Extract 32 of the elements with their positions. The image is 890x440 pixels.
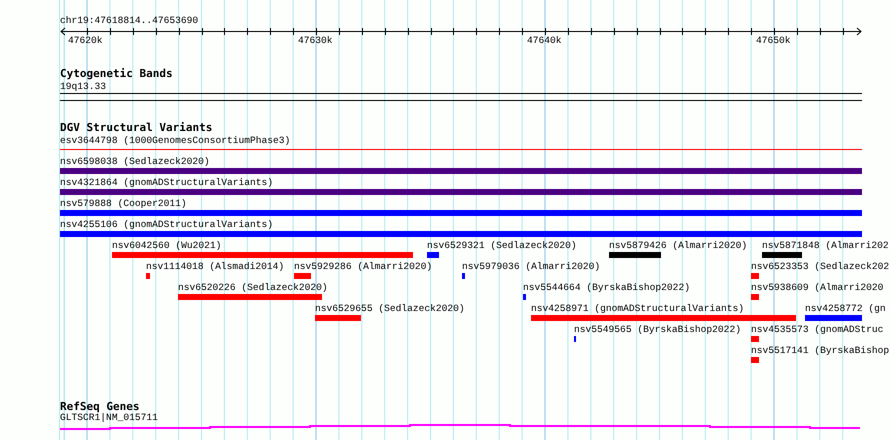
- track-title: DGV Structural Variants: [60, 121, 212, 134]
- variant-label[interactable]: nsv6529321 (Sedlazeck2020): [427, 240, 577, 251]
- variant-label[interactable]: nsv5517141 (ByrskaBishop: [751, 345, 890, 356]
- variant-label[interactable]: nsv6529655 (Sedlazeck2020): [315, 303, 465, 314]
- variant-label[interactable]: nsv6598038 (Sedlazeck2020): [60, 156, 210, 167]
- variant-label[interactable]: nsv5979036 (Almarri2020): [462, 261, 600, 272]
- variant-label[interactable]: nsv5544664 (ByrskaBishop2022): [523, 282, 690, 293]
- variant-label[interactable]: nsv6520226 (Sedlazeck2020): [178, 282, 328, 293]
- variant-label[interactable]: nsv6523353 (Sedlazeck202: [751, 261, 890, 272]
- gene-label[interactable]: GLTSCR1|NM_015711: [60, 412, 158, 423]
- track-title: Cytogenetic Bands: [60, 67, 173, 80]
- variant-label[interactable]: nsv5879426 (Almarri2020): [609, 240, 748, 251]
- variant-label[interactable]: nsv4258772 (gn: [805, 303, 886, 314]
- variant-label[interactable]: nsv5871848 (Almarri202: [762, 240, 889, 251]
- variant-label[interactable]: nsv1114018 (Alsmadi2014): [146, 261, 284, 272]
- variant-label[interactable]: nsv4255106 (gnomADStructuralVariants): [60, 219, 274, 230]
- tick-label: 47640k: [527, 35, 562, 46]
- tick-label: 47620k: [68, 35, 103, 46]
- tick-label: 47650k: [756, 35, 791, 46]
- variant-label[interactable]: nsv5929286 (Almarri2020): [294, 261, 432, 272]
- band-label: 19q13.33: [60, 81, 106, 92]
- variant-label[interactable]: nsv4258971 (gnomADStructuralVariants): [531, 303, 744, 314]
- variant-label[interactable]: nsv4535573 (gnomADStruc: [751, 324, 884, 335]
- region-label: chr19:47618814..47653690: [60, 15, 198, 26]
- variant-label[interactable]: nsv4321864 (gnomADStructuralVariants): [60, 177, 274, 188]
- variant-label[interactable]: nsv6042560 (Wu2021): [112, 240, 222, 251]
- variant-label[interactable]: esv3644798 (1000GenomesConsortiumPhase3): [60, 135, 290, 146]
- variant-label[interactable]: nsv579888 (Cooper2011): [60, 198, 187, 209]
- variant-label[interactable]: nsv5938609 (Almarri2020: [751, 282, 884, 293]
- tick-label: 47630k: [298, 35, 333, 46]
- track-title: RefSeq Genes: [60, 400, 140, 413]
- variant-label[interactable]: nsv5549565 (ByrskaBishop2022): [574, 324, 741, 335]
